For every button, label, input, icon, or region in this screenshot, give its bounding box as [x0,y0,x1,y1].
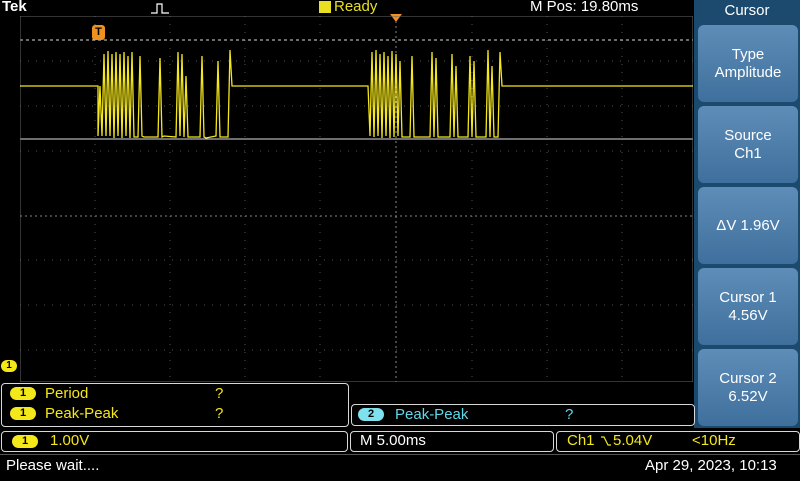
brand-label: Tek [2,0,27,15]
trigger-marker-icon: T [92,25,105,40]
measurement-label: Period [45,385,89,402]
trigger-level: 5.04V [613,432,653,449]
measurement-label: Peak-Peak [395,406,469,423]
measurement-label: Peak-Peak [45,405,119,422]
delta-v-button[interactable]: ΔV 1.96V [698,187,798,264]
ch1-badge: 1 [10,407,36,420]
measurement-value: ? [565,406,574,423]
date-time: Apr 29, 2023, 10:13 [645,457,777,474]
side-menu-title: Cursor [724,2,770,19]
cursor-1-button[interactable]: Cursor 1 4.56V [698,268,798,345]
ch1-reference-marker: 1 [1,360,17,372]
measurement-value: ? [215,405,224,422]
ch1-waveform [20,49,693,139]
channel-scale-readout[interactable]: 1 1.00V [1,431,348,452]
button-value: 6.52V [728,387,768,405]
button-label: Type [731,45,765,63]
trigger-pulse-icon [151,3,169,14]
measurement-value: ? [215,385,224,402]
cursor-2-button[interactable]: Cursor 2 6.52V [698,349,798,426]
trigger-source: Ch1 [567,432,595,449]
timebase-value: M 5.00ms [360,432,426,449]
timebase-readout[interactable]: M 5.00ms [350,431,554,452]
falling-edge-icon [601,436,611,446]
ch2-measurements[interactable]: 2 Peak-Peak ? [351,404,695,426]
button-label: Source [724,126,772,144]
ch1-badge: 1 [12,435,38,448]
waveform-display[interactable] [20,16,693,382]
button-value: Amplitude [714,63,782,81]
button-label: ΔV 1.96V [716,216,780,234]
cursor-type-button[interactable]: Type Amplitude [698,25,798,102]
vertical-scale: 1.00V [50,432,90,449]
trigger-frequency: <10Hz [692,432,736,449]
cursor-source-button[interactable]: Source Ch1 [698,106,798,183]
acquisition-state-icon [319,1,331,13]
ch1-badge: 1 [10,387,36,400]
button-value: 4.56V [728,306,768,324]
trigger-readout[interactable]: Ch1 5.04V <10Hz [556,431,800,452]
status-message: Please wait.... [6,457,100,474]
acquisition-status: Ready [334,0,378,15]
horizontal-position: M Pos: 19.80ms [530,0,639,15]
button-label: Cursor 2 [719,369,777,387]
button-label: Cursor 1 [719,288,777,306]
ch1-measurements[interactable]: 1 Period ? 1 Peak-Peak ? [1,383,349,427]
ch2-badge: 2 [358,408,384,421]
button-value: Ch1 [734,144,762,162]
